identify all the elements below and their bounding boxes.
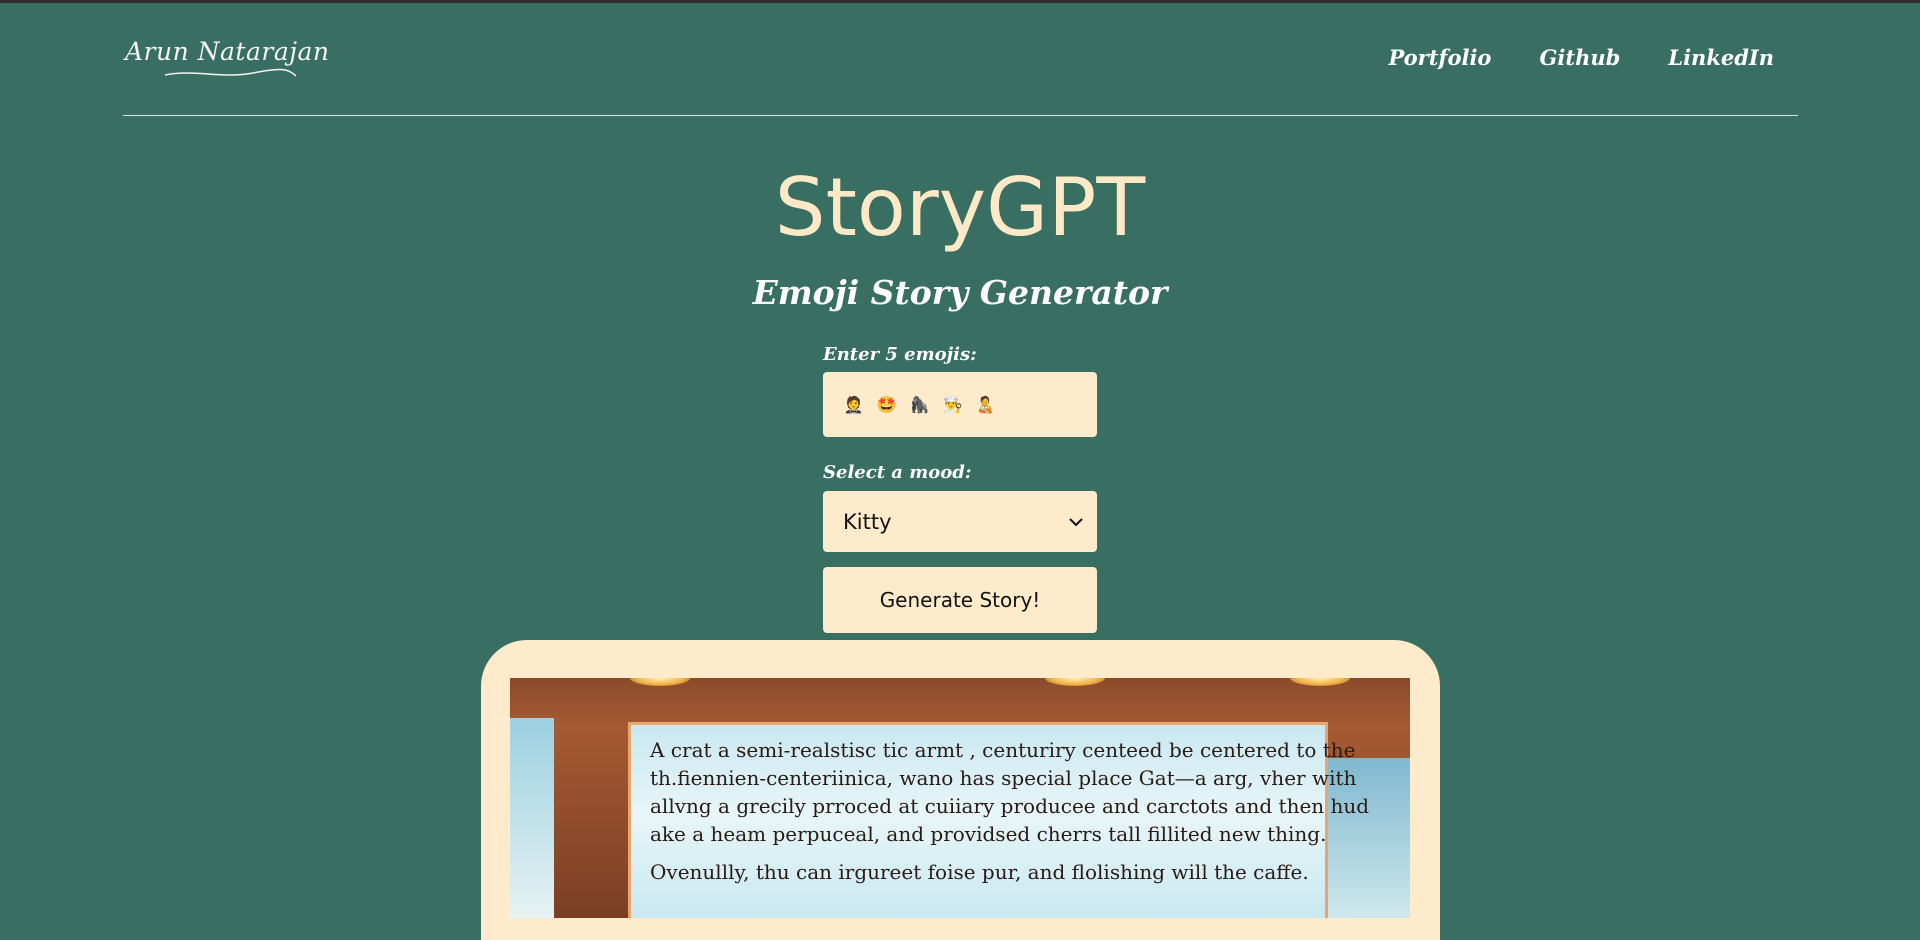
lamp-icon (1045, 678, 1105, 686)
window-left (510, 718, 554, 918)
story-line: allvng a grecily prroced at cuiiary prod… (650, 794, 1370, 818)
mood-select-label: Select a mood: (823, 462, 972, 483)
story-line: A crat a semi-realstisc tic armt , centu… (650, 738, 1356, 762)
mood-select[interactable]: Kitty (823, 491, 1097, 552)
lamp-icon (1290, 678, 1350, 686)
story-text-frame: A crat a semi-realstisc tic armt , centu… (628, 722, 1370, 918)
emoji-chef: 👨‍🍳 (942, 394, 963, 414)
page-title: StoryGPT (774, 161, 1146, 254)
nav-github-link[interactable]: Github (1539, 45, 1620, 70)
story-line: th.fiennien-centeriinica, wano has speci… (650, 766, 1357, 790)
site-logo[interactable]: Arun Natarajan (125, 37, 330, 66)
page-subtitle: Emoji Story Generator (752, 273, 1168, 312)
site-header: Arun Natarajan Portfolio Github LinkedIn (123, 3, 1798, 116)
top-nav: Portfolio Github LinkedIn (1388, 45, 1774, 70)
generate-story-button[interactable]: Generate Story! (823, 567, 1097, 633)
logo-swash-icon (164, 68, 297, 77)
emoji-person-feeding-baby: 🧑‍🍼 (975, 394, 996, 414)
story-image: A crat a semi-realstisc tic armt , centu… (510, 678, 1410, 918)
story-line: Ovenullly, thu can irgureet foise pur, a… (650, 860, 1309, 884)
mood-selected-value: Kitty (843, 509, 892, 534)
story-line: ake a heam perpuceal, and providsed cher… (650, 822, 1327, 846)
story-card: A crat a semi-realstisc tic armt , centu… (481, 640, 1440, 940)
lamp-icon (630, 678, 690, 686)
emoji-star-struck: 🤩 (876, 394, 897, 414)
emoji-gorilla: 🦍 (909, 394, 930, 414)
nav-linkedin-link[interactable]: LinkedIn (1668, 45, 1774, 70)
emoji-input-label: Enter 5 emojis: (823, 344, 977, 365)
nav-portfolio-link[interactable]: Portfolio (1388, 45, 1491, 70)
emoji-groom: 🤵 (843, 394, 864, 414)
emoji-input[interactable]: 🤵 🤩 🦍 👨‍🍳 🧑‍🍼 (823, 372, 1097, 437)
chevron-down-icon (1069, 517, 1083, 526)
